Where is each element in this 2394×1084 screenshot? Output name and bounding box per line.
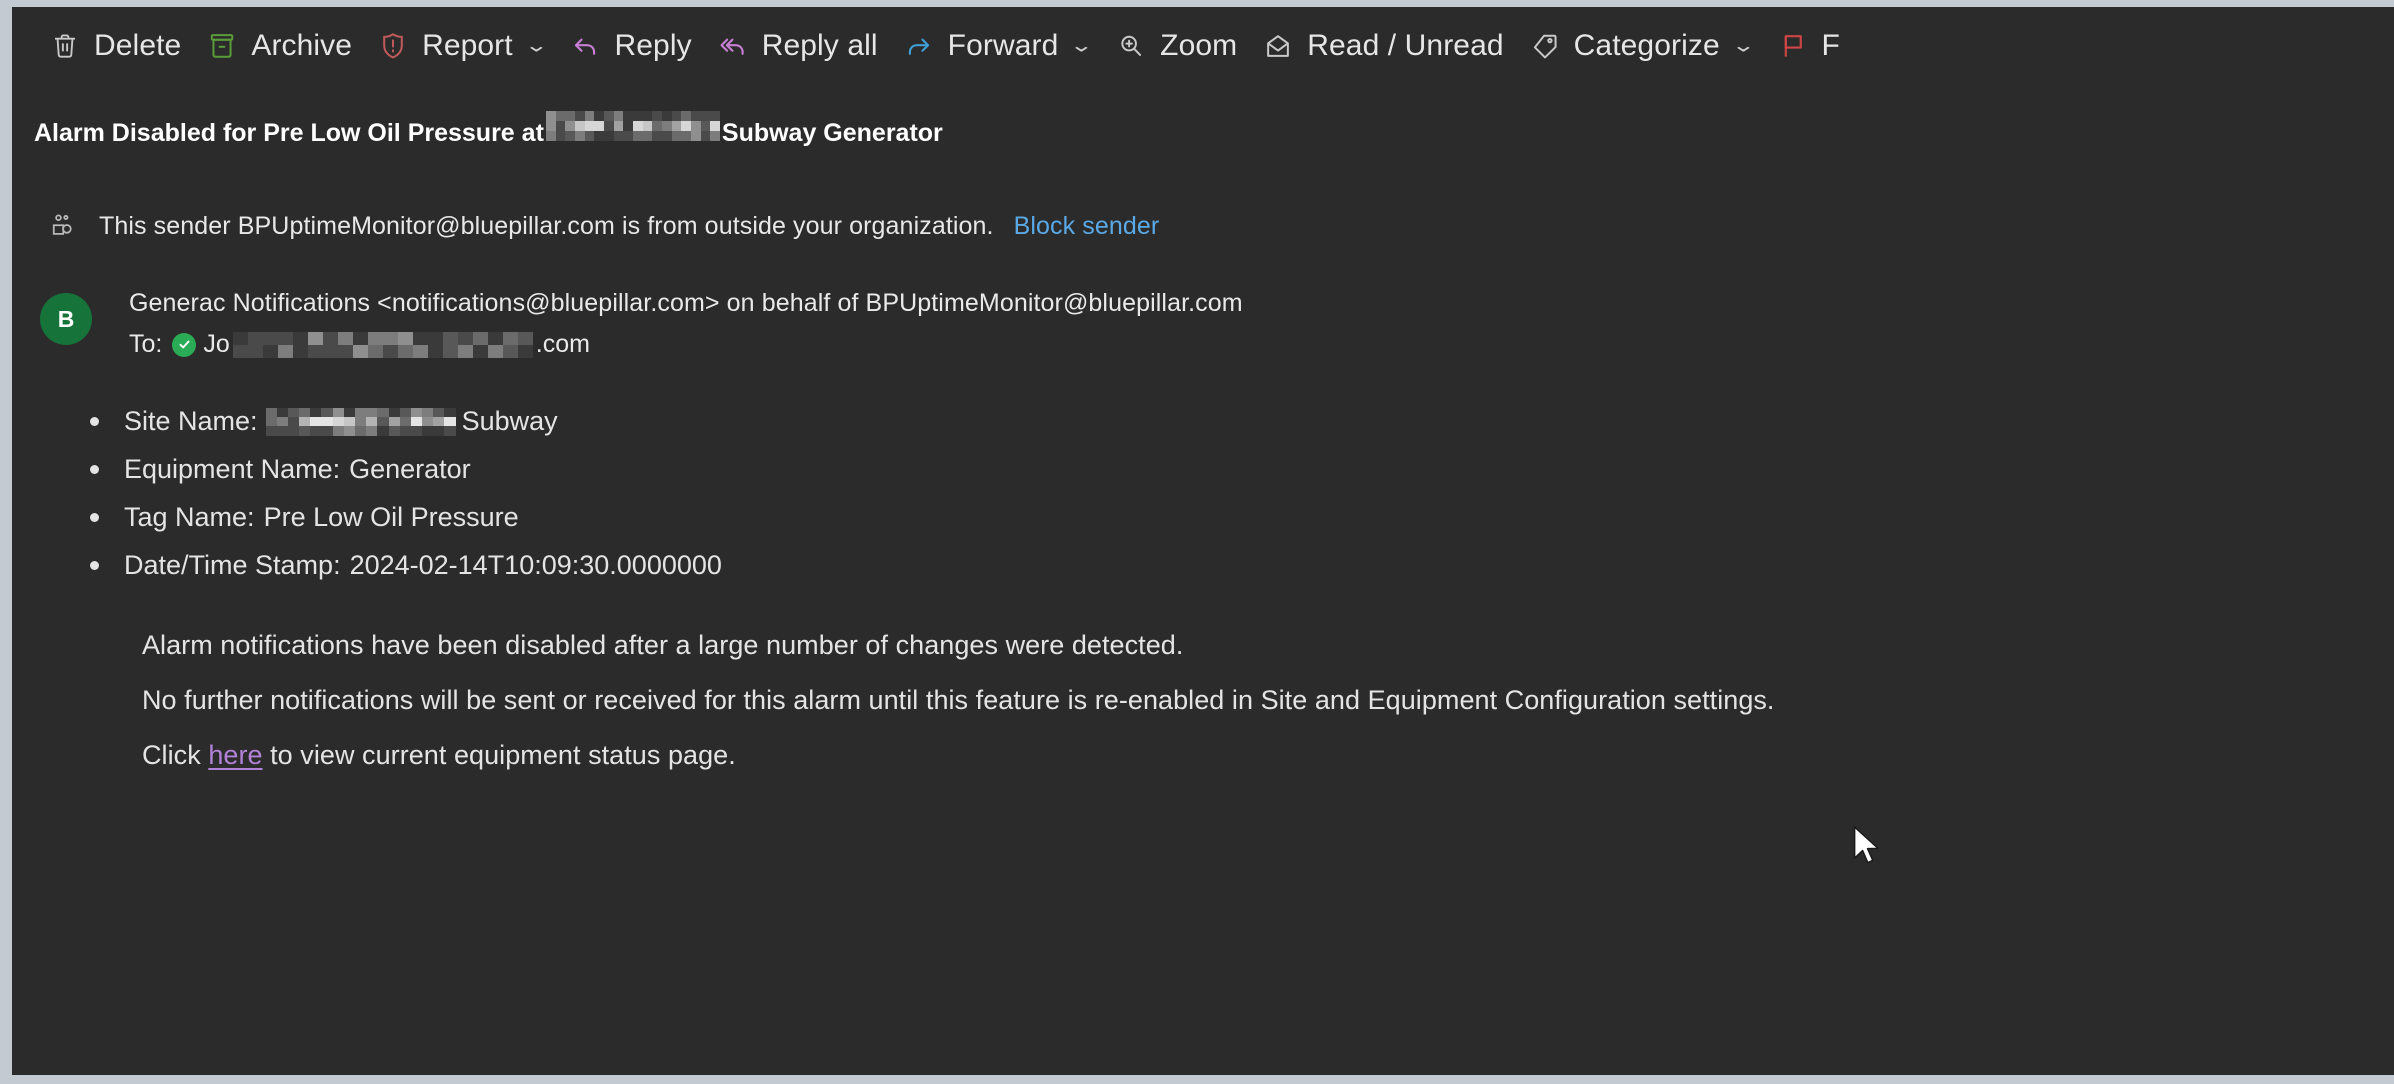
redacted-site-name-body [265,407,456,436]
categorize-button[interactable]: Categorize ⌄ [1518,17,1766,75]
flag-button[interactable]: F [1766,17,1854,75]
message-body: Site Name: Subway Equipment Name: Genera… [12,406,2394,771]
forward-button[interactable]: Forward ⌄ [892,17,1105,75]
tag-icon [1528,29,1562,63]
click-text-after: to view current equipment status page. [262,740,736,770]
delete-label: Delete [94,29,182,62]
reply-all-button[interactable]: Reply all [706,17,892,75]
sender-to-line: To: Jo .com [129,330,1243,359]
flag-icon [1776,29,1810,63]
equipment-status-link[interactable]: here [208,740,262,770]
list-item: Date/Time Stamp: 2024-02-14T10:09:30.000… [90,550,2394,581]
chevron-down-icon[interactable]: ⌄ [524,36,548,56]
redacted-site-name-subject [545,111,720,141]
trash-icon [48,29,82,63]
to-prefix-label: To: [129,330,163,358]
magnifier-plus-icon [1114,29,1148,63]
forward-label: Forward [947,29,1059,62]
body-paragraph-1: Alarm notifications have been disabled a… [142,630,1184,660]
chevron-down-icon[interactable]: ⌄ [1070,36,1094,56]
datetime-stamp-label: Date/Time Stamp: [124,550,341,580]
sender-header: B Generac Notifications <notifications@b… [40,289,2394,359]
tag-name-label: Tag Name: [124,502,255,532]
forward-arrow-icon [902,29,936,63]
flag-label: F [1821,29,1840,62]
datetime-stamp-value: 2024-02-14T10:09:30.0000000 [349,550,722,580]
report-label: Report [422,29,513,62]
report-button[interactable]: Report ⌄ [366,17,558,75]
external-sender-notice: This sender BPUptimeMonitor@bluepillar.c… [48,211,2394,241]
email-reading-pane: Delete Archive Report ⌄ Reply Reply all … [12,7,2394,1075]
subject-text-after: Subway Generator [721,119,943,147]
bullet-dot [90,465,99,474]
body-paragraph-3: Click here to view current equipment sta… [142,716,2394,771]
details-list: Site Name: Subway Equipment Name: Genera… [90,406,2394,581]
list-item: Tag Name: Pre Low Oil Pressure [90,502,2394,533]
open-envelope-icon [1261,29,1295,63]
avatar[interactable]: B [40,293,92,345]
archive-button[interactable]: Archive [195,17,366,75]
reply-button[interactable]: Reply [558,17,705,75]
site-name-value: Subway [461,406,558,436]
to-visible-end: .com [535,330,590,358]
list-item: Equipment Name: Generator [90,454,2394,485]
to-visible-start: Jo [203,330,230,358]
mouse-pointer-icon [1850,825,1884,869]
message-toolbar: Delete Archive Report ⌄ Reply Reply all … [12,7,2394,85]
tag-name-value: Pre Low Oil Pressure [263,502,519,532]
delete-button[interactable]: Delete [38,17,195,75]
bullet-dot [90,561,99,570]
block-sender-link[interactable]: Block sender [1014,212,1160,241]
external-people-icon [48,211,78,241]
sender-from-line[interactable]: Generac Notifications <notifications@blu… [129,289,1243,318]
archive-label: Archive [251,29,353,62]
read-unread-label: Read / Unread [1307,29,1504,62]
zoom-label: Zoom [1160,29,1238,62]
external-sender-message: This sender BPUptimeMonitor@bluepillar.c… [99,211,994,240]
body-paragraph-2: No further notifications will be sent or… [142,685,1775,715]
reply-all-arrow-icon [716,29,750,63]
bullet-dot [90,417,99,426]
archive-box-icon [205,29,239,63]
redacted-recipient-address [232,331,533,358]
site-name-label: Site Name: [124,406,258,436]
reply-arrow-icon [568,29,602,63]
categorize-label: Categorize [1573,29,1720,62]
click-text-before: Click [142,740,209,770]
verified-check-icon [172,332,197,357]
screen-root: Delete Archive Report ⌄ Reply Reply all … [0,0,2394,1084]
message-subject: Alarm Disabled for Pre Low Oil Pressure … [34,111,2394,148]
report-shield-icon [376,29,410,63]
zoom-button[interactable]: Zoom [1104,17,1251,75]
chevron-down-icon[interactable]: ⌄ [1731,36,1755,56]
subject-text-before: Alarm Disabled for Pre Low Oil Pressure … [34,119,544,147]
bullet-dot [90,513,99,522]
read-unread-button[interactable]: Read / Unread [1251,17,1517,75]
equipment-name-value: Generator [349,454,471,484]
sender-details: Generac Notifications <notifications@blu… [129,289,1243,359]
list-item: Site Name: Subway [90,406,2394,437]
reply-all-label: Reply all [761,29,878,62]
equipment-name-label: Equipment Name: [124,454,341,484]
reply-label: Reply [614,29,692,62]
